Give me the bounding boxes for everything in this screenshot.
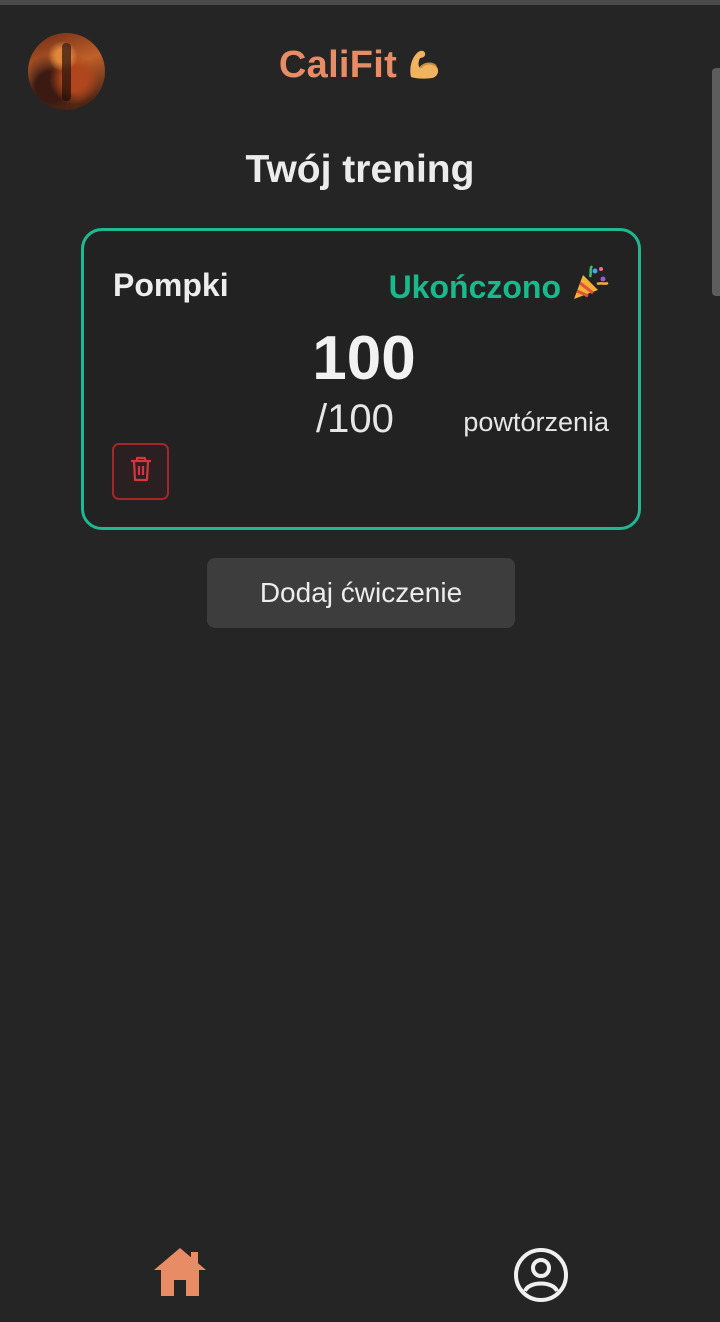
party-popper-icon xyxy=(571,265,609,309)
reps-unit: powtórzenia xyxy=(463,407,609,437)
home-icon[interactable] xyxy=(150,1244,210,1300)
delete-button[interactable] xyxy=(112,443,169,500)
page-title: Twój trening xyxy=(245,148,475,191)
bottom-navigation xyxy=(0,1220,720,1322)
status-text: Ukończono xyxy=(388,268,561,305)
flexed-biceps-icon xyxy=(405,47,441,91)
exercise-name: Pompki xyxy=(113,267,229,303)
app-screen: CaliFit Twój trening Pompki Ukończono 10… xyxy=(0,0,720,1322)
exercise-card: Pompki Ukończono 100 /100 powtórzenia xyxy=(81,228,641,530)
top-divider xyxy=(0,0,720,5)
reps-done: 100 xyxy=(312,324,416,393)
add-exercise-button[interactable]: Dodaj ćwiczenie xyxy=(207,558,515,628)
reps-target: /100 xyxy=(316,397,394,441)
trash-icon xyxy=(129,456,153,487)
profile-icon[interactable] xyxy=(512,1246,570,1304)
app-brand: CaliFit xyxy=(0,44,720,91)
status-badge: Ukończono xyxy=(389,265,609,309)
brand-name: CaliFit xyxy=(278,44,398,86)
